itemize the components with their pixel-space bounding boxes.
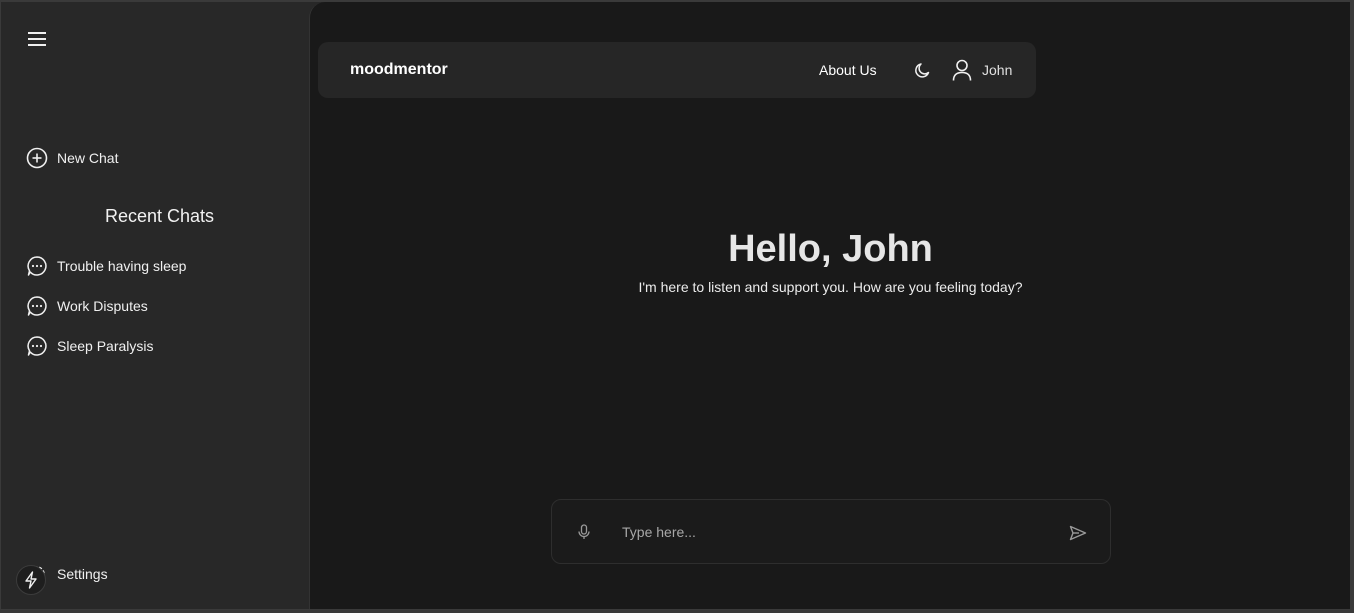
new-chat-button[interactable]: New Chat: [25, 145, 118, 171]
theme-toggle-button[interactable]: [912, 59, 934, 81]
recent-chat-label: Trouble having sleep: [57, 258, 187, 274]
user-name: John: [982, 62, 1013, 78]
app-window: New Chat Recent Chats Trouble having sle…: [1, 2, 1350, 609]
recent-chat-label: Sleep Paralysis: [57, 338, 154, 354]
user-icon: [950, 58, 974, 82]
chat-bubble-icon: [25, 294, 49, 318]
recent-chat-item[interactable]: Sleep Paralysis: [25, 333, 154, 359]
send-icon: [1069, 525, 1087, 541]
quick-action-button[interactable]: [16, 565, 46, 595]
greeting-heading: Hello, John: [728, 228, 933, 270]
send-button[interactable]: [1067, 522, 1089, 544]
recent-chat-item[interactable]: Work Disputes: [25, 293, 148, 319]
microphone-icon: [578, 524, 590, 539]
top-navbar: moodmentor About Us John: [318, 42, 1036, 98]
moon-icon: [915, 63, 930, 78]
user-profile-button[interactable]: John: [950, 57, 1012, 83]
hamburger-menu-icon: [28, 32, 46, 46]
recent-chat-label: Work Disputes: [57, 298, 148, 314]
new-chat-label: New Chat: [57, 150, 119, 166]
chat-bubble-icon: [25, 254, 49, 278]
main-panel: moodmentor About Us John Hello, John I'm…: [309, 2, 1350, 609]
chat-bubble-icon: [25, 334, 49, 358]
about-us-link[interactable]: About Us: [819, 62, 877, 78]
microphone-button[interactable]: [574, 522, 594, 542]
chat-input-bar: [551, 499, 1111, 564]
recent-chat-item[interactable]: Trouble having sleep: [25, 253, 186, 279]
menu-button[interactable]: [25, 27, 49, 51]
sidebar: New Chat Recent Chats Trouble having sle…: [1, 2, 310, 609]
greeting-subtitle: I'm here to listen and support you. How …: [638, 279, 1023, 295]
settings-label: Settings: [57, 566, 108, 582]
brand-logo[interactable]: moodmentor: [350, 61, 448, 79]
recent-chats-heading: Recent Chats: [104, 206, 215, 226]
message-input[interactable]: [622, 518, 1042, 546]
plus-circle-icon: [25, 146, 49, 170]
lightning-bolt-icon: [25, 571, 37, 589]
